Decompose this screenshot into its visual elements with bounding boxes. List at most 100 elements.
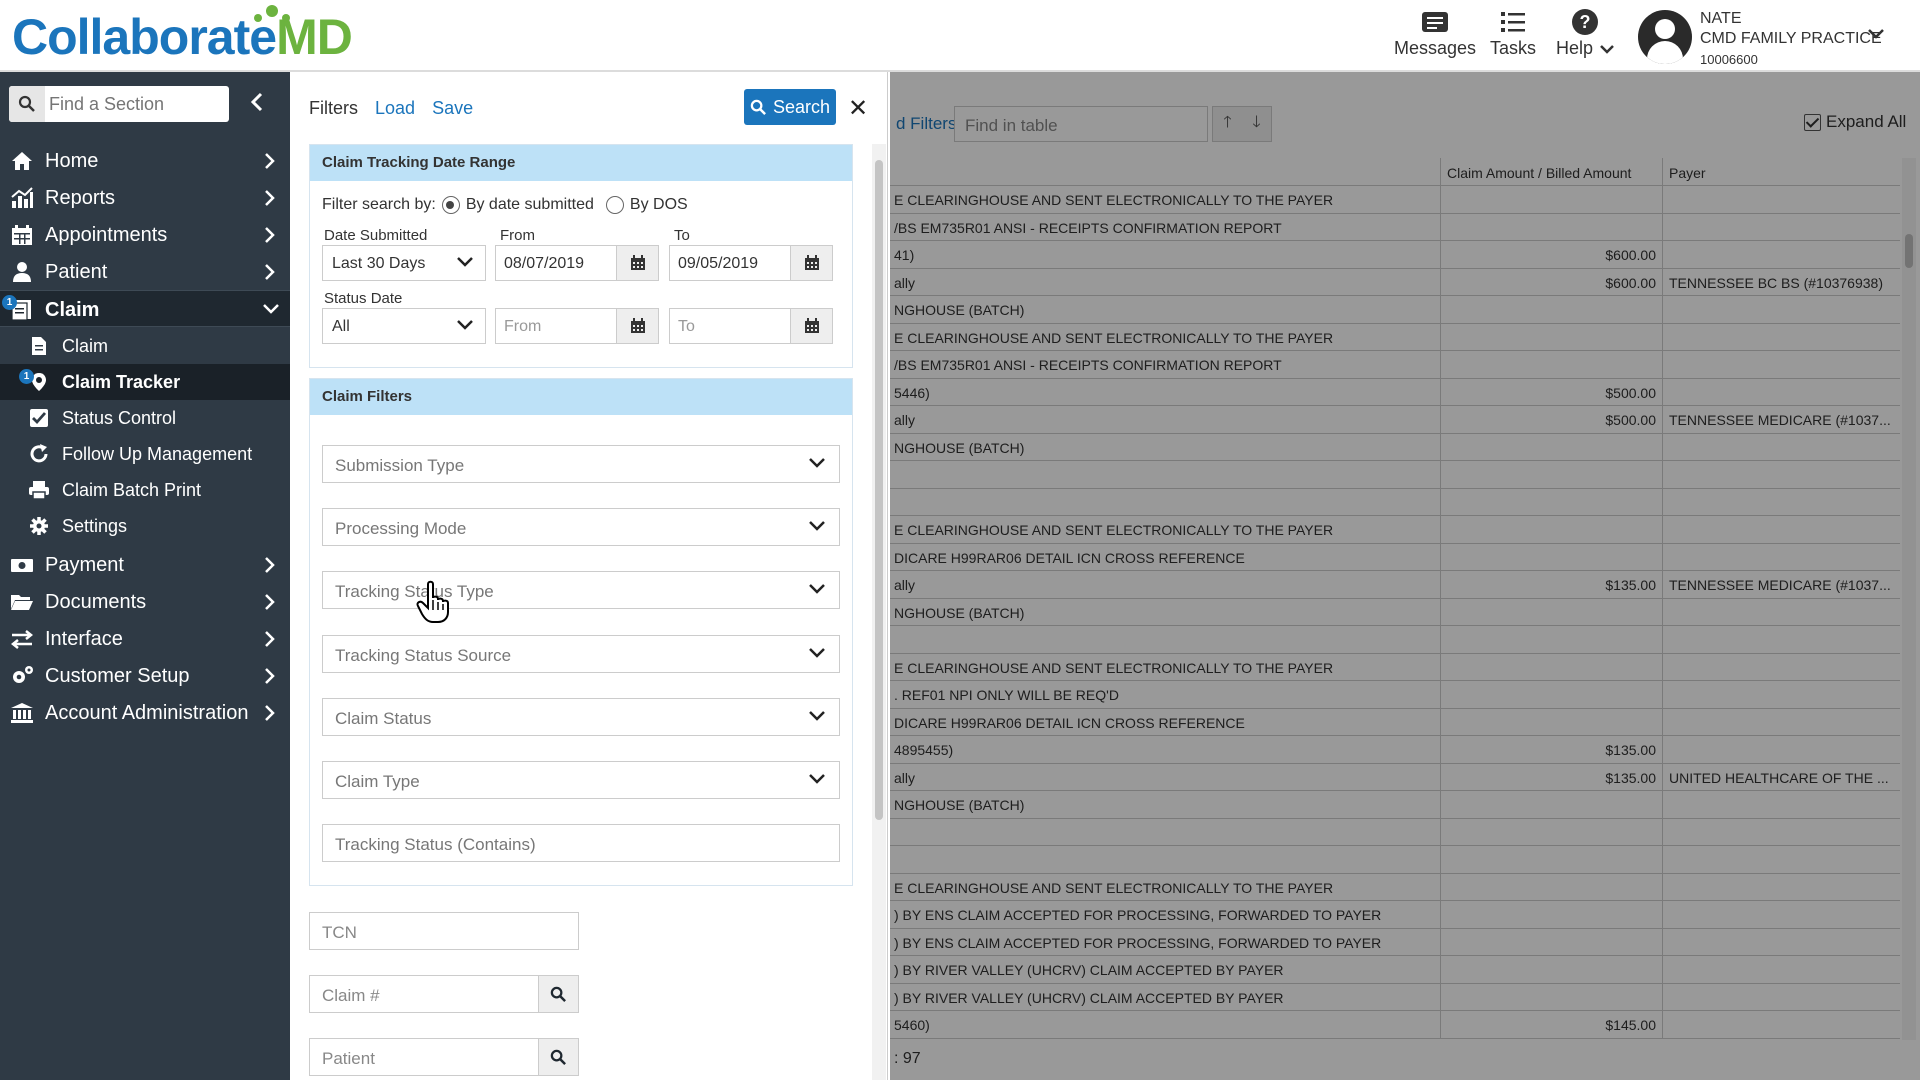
chevron-down-icon [809,458,825,468]
to-label: To [674,227,690,244]
sidebar-item-label: Home [45,150,99,172]
sidebar-item-home[interactable]: Home [0,142,290,179]
sidebar-subitem-claim-batch-print[interactable]: Claim Batch Print [0,472,290,508]
sidebar-subitem-claim-tracker[interactable]: 1 Claim Tracker [0,364,290,400]
bank-icon [11,703,33,723]
printer-icon [29,481,49,500]
sidebar-item-interface[interactable]: Interface [0,620,290,657]
tracking-status-contains-input[interactable]: Tracking Status (Contains) [322,824,840,862]
modal-overlay[interactable] [890,72,1920,1080]
status-date-label: Status Date [324,290,403,307]
calendar-icon[interactable] [790,309,832,343]
radio-by-dos-label[interactable]: By DOS [630,196,688,214]
status-date-value: All [332,318,350,335]
sidebar-item-reports[interactable]: Reports [0,179,290,216]
filters-scrollbar[interactable] [872,144,886,1080]
tracking-status-source-placeholder: Tracking Status Source [335,646,512,665]
tracking-status-source-select[interactable]: Tracking Status Source [322,635,840,673]
tcn-input[interactable]: TCN [309,912,579,950]
messages-label: Messages [1394,38,1477,58]
status-to-input[interactable]: To [669,308,833,344]
chevron-right-icon [265,264,275,280]
tracking-status-contains-placeholder: Tracking Status (Contains) [335,835,536,854]
date-submitted-value: Last 30 Days [332,255,426,272]
sidebar-item-label: Customer Setup [45,665,190,687]
section-search-input[interactable] [49,86,225,122]
claim-filters-heading: Claim Filters [310,379,852,415]
search-icon [750,99,766,115]
checkbox-icon [30,409,48,427]
logo-text: Collaborate [12,9,277,65]
collapse-sidebar-icon[interactable] [250,92,264,112]
folder-open-icon [11,595,33,610]
claim-search-button[interactable] [538,976,578,1012]
patient-search-button[interactable] [538,1039,578,1075]
sidebar-subitem-settings[interactable]: Settings [0,508,290,544]
chevron-down-icon [809,774,825,784]
sidebar-item-label: Claim [45,299,100,321]
search-button[interactable]: Search [744,89,836,125]
help-menu[interactable]: ? Help [1556,8,1614,59]
chevron-down-icon [263,304,279,314]
sidebar-item-claim[interactable]: 1 Claim [0,290,290,327]
claim-type-select[interactable]: Claim Type [322,761,840,799]
claim-tracker-table-area: d Filters Find in table 🡑 🡓 Expand All C… [890,72,1920,1080]
claim-status-placeholder: Claim Status [335,709,432,728]
sidebar-subitem-claim[interactable]: Claim [0,328,290,364]
chevron-right-icon [265,594,275,610]
patient-input[interactable]: Patient [309,1038,579,1076]
tasks-icon [1501,12,1525,32]
radio-by-date-submitted-label[interactable]: By date submitted [466,196,594,214]
chevron-down-icon [809,584,825,594]
sidebar-item-appointments[interactable]: Appointments [0,216,290,253]
tasks-label: Tasks [1490,38,1537,58]
tracking-status-type-placeholder: Tracking Status Type [335,582,494,601]
from-date-input[interactable]: 08/07/2019 [495,245,659,281]
submission-type-select[interactable]: Submission Type [322,445,840,483]
sidebar-subitem-label: Settings [62,516,128,536]
close-filters-icon[interactable]: ✕ [848,94,868,123]
radio-by-date-submitted[interactable] [441,196,460,214]
tracking-status-type-select[interactable]: Tracking Status Type [322,571,840,609]
sidebar-item-customer-setup[interactable]: Customer Setup [0,657,290,694]
logo-figure-icon [254,5,290,22]
calendar-icon[interactable] [790,246,832,280]
to-date-input[interactable]: 09/05/2019 [669,245,833,281]
sidebar-item-payment[interactable]: Payment [0,546,290,583]
tasks-button[interactable]: Tasks [1490,8,1536,59]
user-name: NATE [1700,10,1742,27]
messages-button[interactable]: Messages [1394,8,1476,59]
sidebar-item-account-administration[interactable]: Account Administration [0,694,290,731]
processing-mode-select[interactable]: Processing Mode [322,508,840,546]
sidebar-subitem-status-control[interactable]: Status Control [0,400,290,436]
save-filters-link[interactable]: Save [432,98,473,118]
sidebar-subitem-follow-up-management[interactable]: Follow Up Management [0,436,290,472]
status-from-input[interactable]: From [495,308,659,344]
scrollbar-thumb[interactable] [875,160,883,820]
sidebar-item-label: Patient [45,261,108,283]
sidebar-item-documents[interactable]: Documents [0,583,290,620]
radio-by-dos[interactable] [605,196,624,214]
claim-number-input[interactable]: Claim # [309,975,579,1013]
gear-icon [30,517,48,535]
claim-filters-section: Claim Filters Submission Type Processing… [309,378,853,886]
sidebar-subitem-label: Claim [62,336,109,356]
calendar-icon[interactable] [616,309,658,343]
date-submitted-select[interactable]: Last 30 Days [322,245,486,281]
chevron-down-icon [457,320,473,330]
from-label: From [500,227,535,244]
user-menu[interactable]: NATE CMD FAMILY PRACTICE 10006600 [1638,6,1908,67]
claim-number-placeholder: Claim # [322,986,380,1005]
collaboratemd-logo[interactable]: CollaborateMD [12,8,353,66]
status-date-select[interactable]: All [322,308,486,344]
status-from-placeholder: From [504,318,542,335]
claim-status-select[interactable]: Claim Status [322,698,840,736]
sidebar-item-patient[interactable]: Patient [0,253,290,290]
top-header: CollaborateMD Messages Tasks ? Help NATE… [0,0,1920,72]
gears-icon [13,666,33,683]
chevron-right-icon [265,705,275,721]
messages-icon [1422,12,1449,32]
chevron-right-icon [265,631,275,647]
calendar-icon[interactable] [616,246,658,280]
load-filters-link[interactable]: Load [375,98,415,118]
